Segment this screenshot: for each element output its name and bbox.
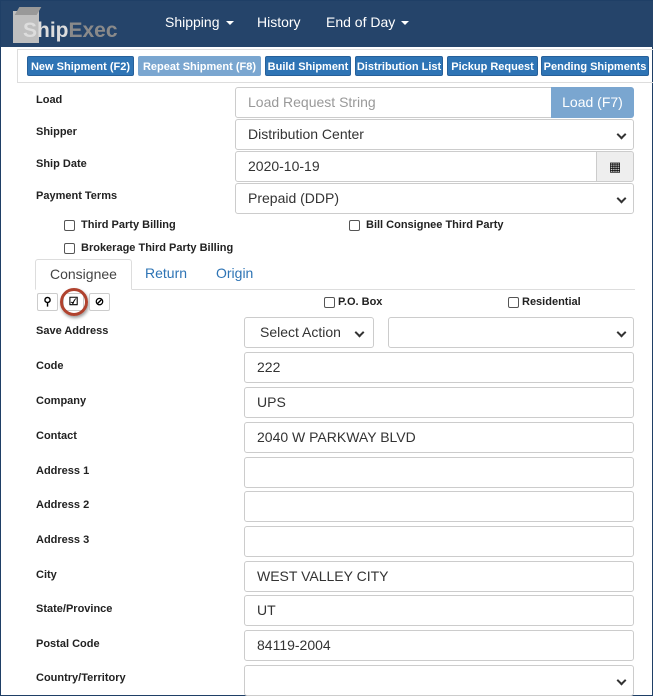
chevron-down-icon <box>354 327 365 338</box>
brokerage-checkbox[interactable]: Brokerage Third Party Billing <box>64 242 233 254</box>
checkbox-label: Bill Consignee Third Party <box>366 219 504 231</box>
top-navbar: ShipExec Shipping History End of Day <box>1 1 653 47</box>
pickup-request-button[interactable]: Pickup Request <box>447 56 538 76</box>
highlight-ring <box>60 288 88 316</box>
state-province-label: State/Province <box>36 603 113 615</box>
distribution-list-button[interactable]: Distribution List <box>355 56 443 76</box>
save-address-label: Save Address <box>36 325 109 337</box>
clear-icon[interactable]: ⊘ <box>89 293 110 311</box>
po-box-checkbox[interactable]: P.O. Box <box>324 296 382 308</box>
saved-address-select[interactable] <box>388 317 634 348</box>
chevron-down-icon <box>616 193 627 204</box>
pending-shipments-button[interactable]: Pending Shipments <box>541 56 649 76</box>
address-2-input[interactable] <box>244 491 634 522</box>
build-shipment-button[interactable]: Build Shipment <box>265 56 351 76</box>
caret-down-icon <box>401 21 410 26</box>
tab-origin[interactable]: Origin <box>202 259 267 290</box>
code-input[interactable]: 222 <box>244 352 634 383</box>
third-party-billing-checkbox[interactable]: Third Party Billing <box>64 219 176 231</box>
shipper-value: Distribution Center <box>248 126 364 142</box>
load-label: Load <box>36 94 63 106</box>
calendar-icon[interactable]: ▦ <box>596 151 634 182</box>
chevron-down-icon <box>616 327 627 338</box>
nav-shipping[interactable]: Shipping <box>165 14 234 30</box>
tab-return[interactable]: Return <box>131 259 201 290</box>
nav-history[interactable]: History <box>257 14 301 30</box>
city-label: City <box>36 569 57 581</box>
address-1-label: Address 1 <box>36 465 90 477</box>
contact-input[interactable]: 2040 W PARKWAY BLVD <box>244 422 634 453</box>
load-request-input[interactable]: Load Request String <box>235 87 552 118</box>
nav-label: Shipping <box>165 14 220 30</box>
postal-code-input[interactable]: 84119-2004 <box>244 630 634 661</box>
contact-label: Contact <box>36 430 77 442</box>
ship-date-input[interactable]: 2020-10-19 <box>235 151 597 182</box>
payment-terms-value: Prepaid (DDP) <box>248 190 340 206</box>
checkbox-label: Third Party Billing <box>81 219 176 231</box>
select-action-dropdown[interactable]: Select Action <box>244 317 374 348</box>
postal-code-label: Postal Code <box>36 638 100 650</box>
nav-label: End of Day <box>326 14 396 30</box>
search-icon[interactable]: ⚲ <box>37 293 58 311</box>
company-label: Company <box>36 395 87 407</box>
chevron-down-icon <box>616 675 627 686</box>
checkbox-label: Brokerage Third Party Billing <box>81 242 234 254</box>
shipper-select[interactable]: Distribution Center <box>235 119 634 150</box>
checkbox-label: Residential <box>522 296 581 308</box>
company-input[interactable]: UPS <box>244 387 634 418</box>
checkbox-label: P.O. Box <box>338 296 383 308</box>
address-3-input[interactable] <box>244 526 634 557</box>
payment-terms-label: Payment Terms <box>36 190 118 202</box>
ship-date-label: Ship Date <box>36 158 87 170</box>
code-label: Code <box>36 360 64 372</box>
address-2-label: Address 2 <box>36 499 90 511</box>
repeat-shipment-button[interactable]: Repeat Shipment (F8) <box>138 56 261 76</box>
nav-end-of-day[interactable]: End of Day <box>326 14 410 30</box>
bill-consignee-checkbox[interactable]: Bill Consignee Third Party <box>349 219 504 231</box>
chevron-down-icon <box>616 129 627 140</box>
new-shipment-button[interactable]: New Shipment (F2) <box>27 56 134 76</box>
payment-terms-select[interactable]: Prepaid (DDP) <box>235 183 634 214</box>
load-button[interactable]: Load (F7) <box>551 87 634 118</box>
country-label: Country/Territory <box>36 672 126 684</box>
residential-checkbox[interactable]: Residential <box>508 296 581 308</box>
caret-down-icon <box>225 21 234 26</box>
address-3-label: Address 3 <box>36 534 90 546</box>
shipexec-logo[interactable]: ShipExec <box>13 9 118 43</box>
state-province-input[interactable]: UT <box>244 595 634 626</box>
country-select[interactable] <box>244 665 634 696</box>
tab-consignee[interactable]: Consignee <box>35 259 132 290</box>
shipper-label: Shipper <box>36 126 77 138</box>
city-input[interactable]: WEST VALLEY CITY <box>244 561 634 592</box>
select-action-value: Select Action <box>260 324 341 340</box>
address-1-input[interactable] <box>244 457 634 488</box>
